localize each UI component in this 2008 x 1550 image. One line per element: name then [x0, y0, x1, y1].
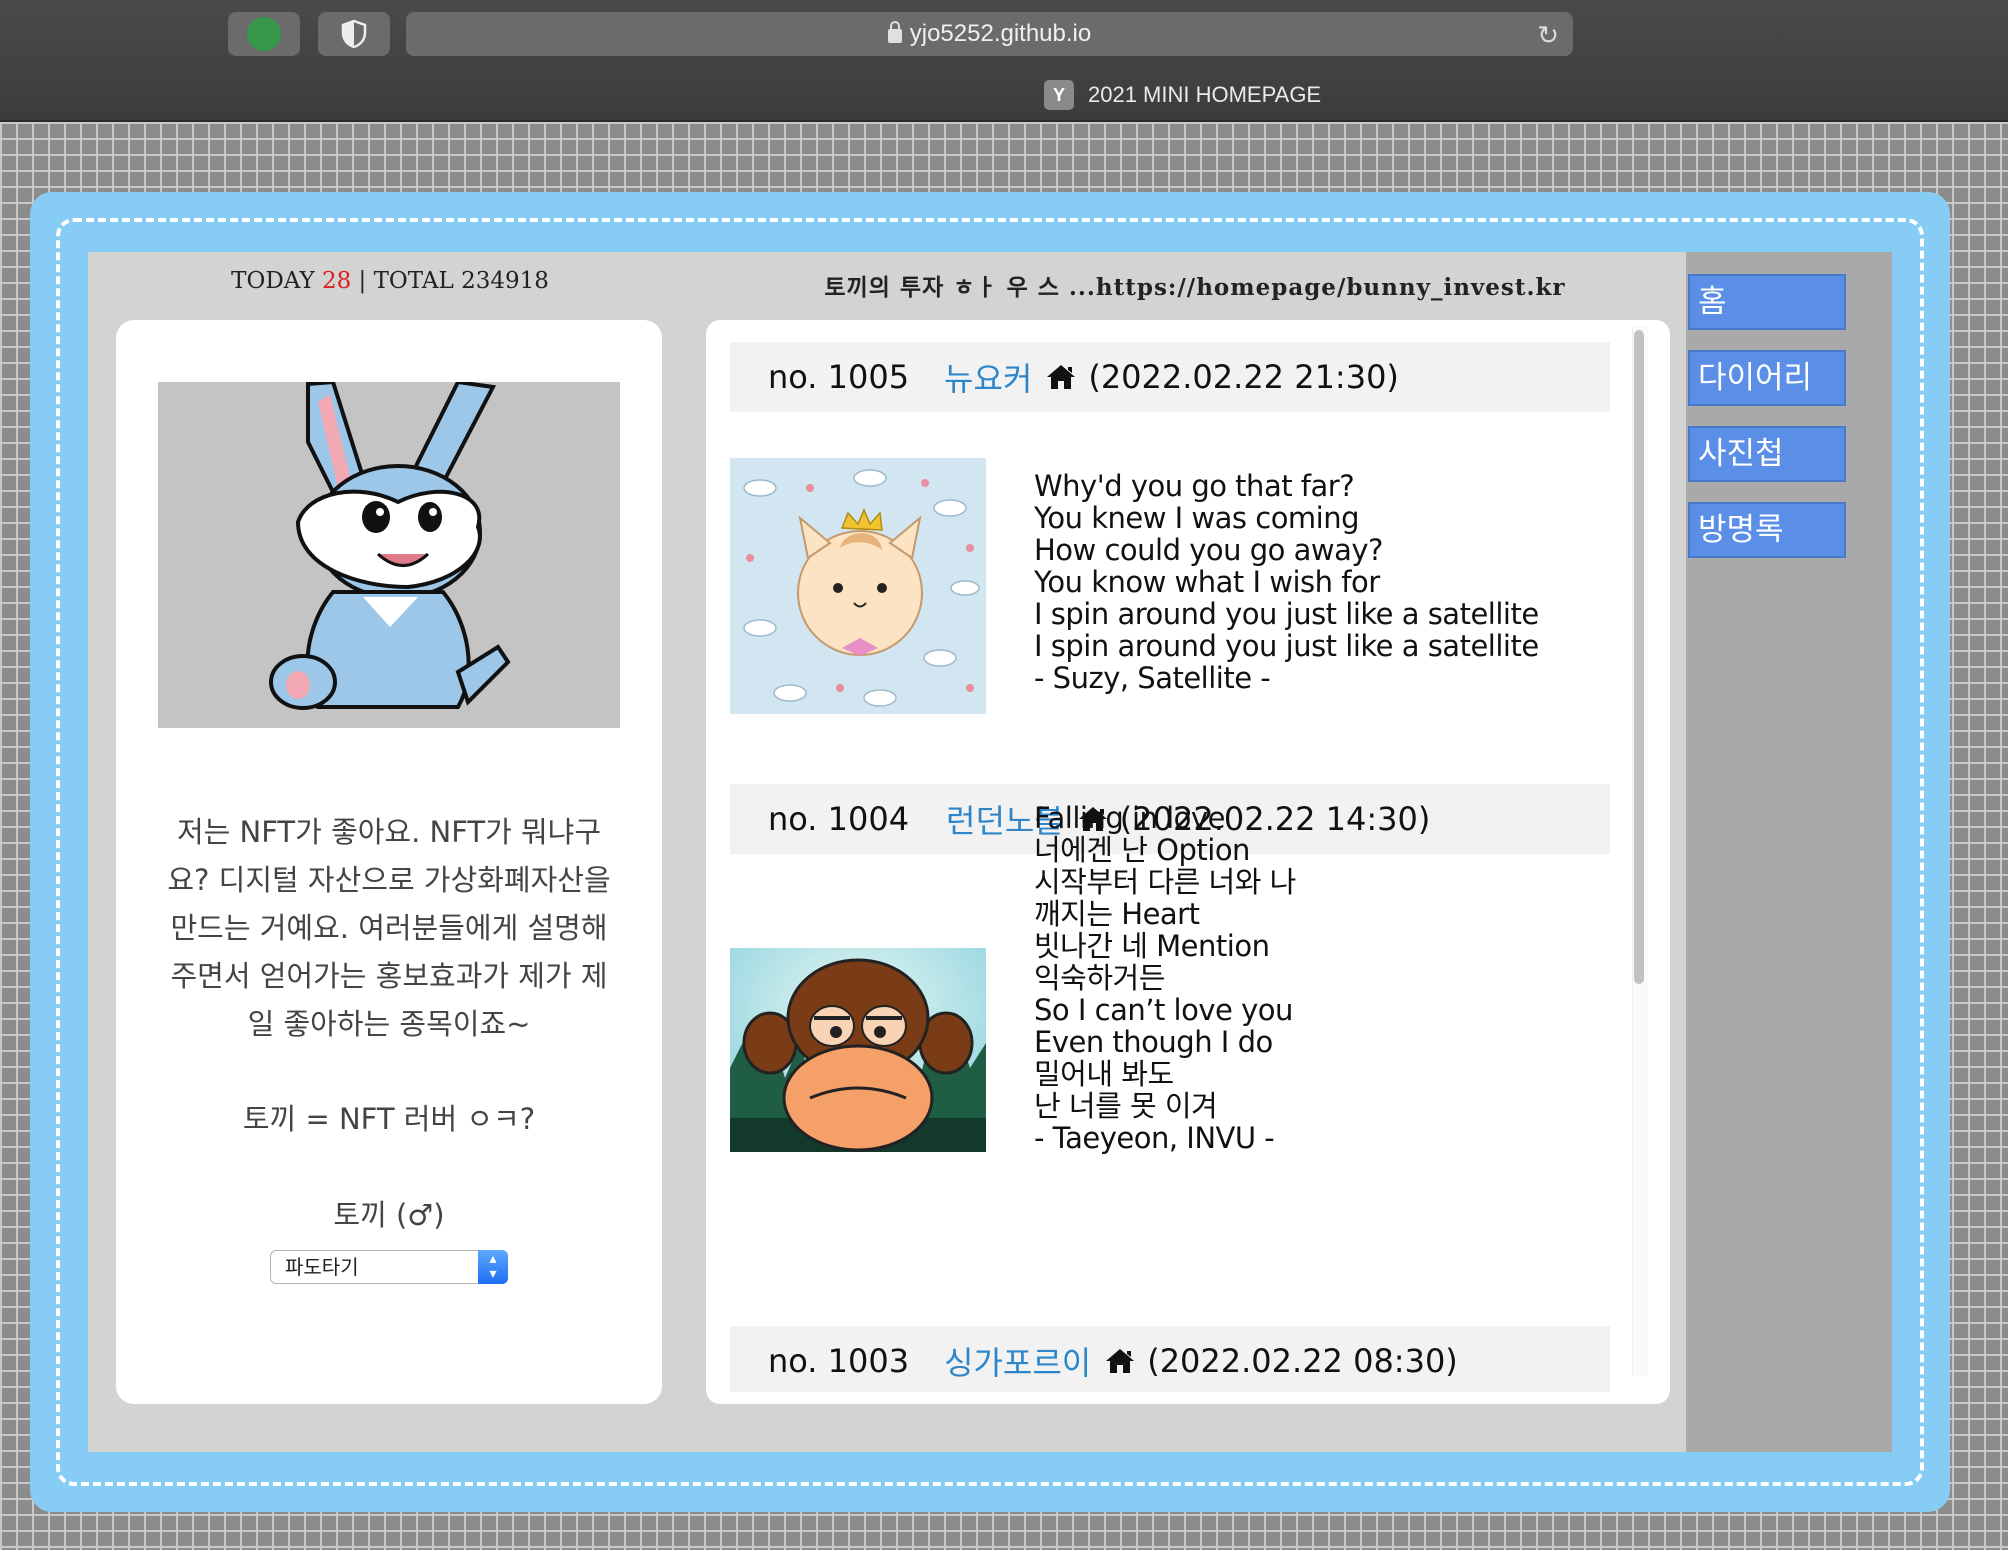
bio-line: 요? 디지털 자산으로 가상화폐자산을 — [167, 863, 611, 897]
post-line: Why'd you go that far? — [1034, 469, 1355, 503]
post-header: no. 1005 뉴요커 (2022.02.22 21:30) — [730, 342, 1610, 412]
post-line: So I can’t love you — [1034, 993, 1293, 1027]
bio-line: 만드는 거예요. 여러분들에게 설명해 — [170, 911, 608, 945]
menu-home-button[interactable]: 홈 — [1688, 274, 1846, 330]
total-count: | TOTAL 234918 — [358, 268, 549, 294]
post-author-link[interactable]: 싱가포르이 — [944, 1338, 1091, 1384]
profile-tagline: 토끼 = NFT 러버 ㅇㅋ? — [242, 1102, 536, 1136]
site-title: 토끼의 투자 ㅎㅏ 우 스 ...https://homepage/bunny_… — [824, 274, 1566, 301]
post-header: no. 1003 싱가포르이 (2022.02.22 08:30) — [730, 1326, 1610, 1392]
post-line: 너에겐 난 Option — [1034, 833, 1250, 867]
post-image — [730, 948, 986, 1152]
select-value: 파도타기 — [285, 1255, 359, 1279]
wave-select[interactable]: 파도타기 ▴ ▾ — [270, 1250, 508, 1284]
favicon: Y — [1044, 80, 1074, 110]
extension-button[interactable] — [228, 12, 300, 56]
feed-panel[interactable]: no. 1005 뉴요커 (2022.02.22 21:30) Why'd yo… — [706, 320, 1670, 1404]
tab-title: 2021 MINI HOMEPAGE — [1088, 82, 1322, 107]
post-line: You know what I wish for — [1034, 565, 1380, 599]
bio-line: 주면서 얻어가는 홍보효과가 제가 제 — [170, 959, 608, 993]
bio-line: 저는 NFT가 좋아요. NFT가 뭐냐구 — [176, 815, 602, 849]
post-date: (2022.02.22 08:30) — [1147, 1342, 1458, 1380]
extension-icon — [247, 17, 281, 51]
post-text: Why'd you go that far? You knew I was co… — [1034, 470, 1594, 694]
scrollbar-thumb[interactable] — [1634, 330, 1644, 984]
post-text: Falling in love 너에겐 난 Option 시작부터 다른 너와 … — [1034, 802, 1594, 1154]
post-author-link[interactable]: 뉴요커 — [944, 354, 1032, 400]
post-line: 밀어내 봐도 — [1034, 1057, 1174, 1091]
today-label: TODAY — [231, 268, 315, 294]
feed-list: no. 1005 뉴요커 (2022.02.22 21:30) Why'd yo… — [730, 342, 1610, 1392]
address-bar[interactable]: yjo5252.github.io ↻ — [406, 12, 1573, 56]
home-icon[interactable] — [1105, 1348, 1135, 1374]
shield-button[interactable] — [318, 12, 390, 56]
post-line: 익숙하거든 — [1034, 961, 1165, 995]
post-image — [730, 458, 986, 714]
visitor-counter: TODAY 28 | TOTAL 234918 — [150, 268, 630, 294]
post-line: I spin around you just like a satellite — [1034, 597, 1539, 631]
reload-icon[interactable]: ↻ — [1537, 20, 1559, 51]
post-number: no. 1005 — [768, 358, 910, 396]
post-line: You knew I was coming — [1034, 501, 1360, 535]
url-text: yjo5252.github.io — [909, 20, 1092, 47]
post-line: I spin around you just like a satellite — [1034, 629, 1539, 663]
updown-icon: ▴ ▾ — [478, 1250, 508, 1284]
bio-line: 일 좋아하는 종목이죠~ — [247, 1007, 531, 1041]
today-count: 28 — [321, 268, 352, 294]
post-number: no. 1004 — [768, 800, 910, 838]
profile-image — [158, 379, 620, 728]
post-line: How could you go away? — [1034, 533, 1383, 567]
profile-name: 토끼 (♂) — [333, 1198, 445, 1232]
menu-photo-button[interactable]: 사진첩 — [1688, 426, 1846, 482]
home-icon[interactable] — [1046, 364, 1076, 390]
browser-toolbar: yjo5252.github.io ↻ Y 2021 MINI HOMEPAGE — [0, 0, 2008, 122]
menu-diary-button[interactable]: 다이어리 — [1688, 350, 1846, 406]
menu-guestbook-button[interactable]: 방명록 — [1688, 502, 1846, 558]
shield-icon — [341, 19, 367, 49]
post-line: 시작부터 다른 너와 나 — [1034, 865, 1296, 899]
post-date: (2022.02.22 21:30) — [1088, 358, 1399, 396]
lock-icon — [887, 21, 902, 43]
post-line: 깨지는 Heart — [1034, 897, 1200, 931]
post-line: - Suzy, Satellite - — [1034, 661, 1271, 695]
post-line: 빗나간 네 Mention — [1034, 929, 1270, 963]
post-line: Falling in love — [1034, 801, 1225, 835]
post-line: Even though I do — [1034, 1025, 1273, 1059]
post-line: 난 너를 못 이겨 — [1034, 1089, 1218, 1123]
post-number: no. 1003 — [768, 1342, 910, 1380]
profile-bio: 저는 NFT가 좋아요. NFT가 뭐냐구 요? 디지털 자산으로 가상화폐자산… — [142, 808, 636, 1048]
browser-tab[interactable]: Y 2021 MINI HOMEPAGE — [1044, 80, 1321, 110]
post-line: - Taeyeon, INVU - — [1034, 1121, 1275, 1155]
